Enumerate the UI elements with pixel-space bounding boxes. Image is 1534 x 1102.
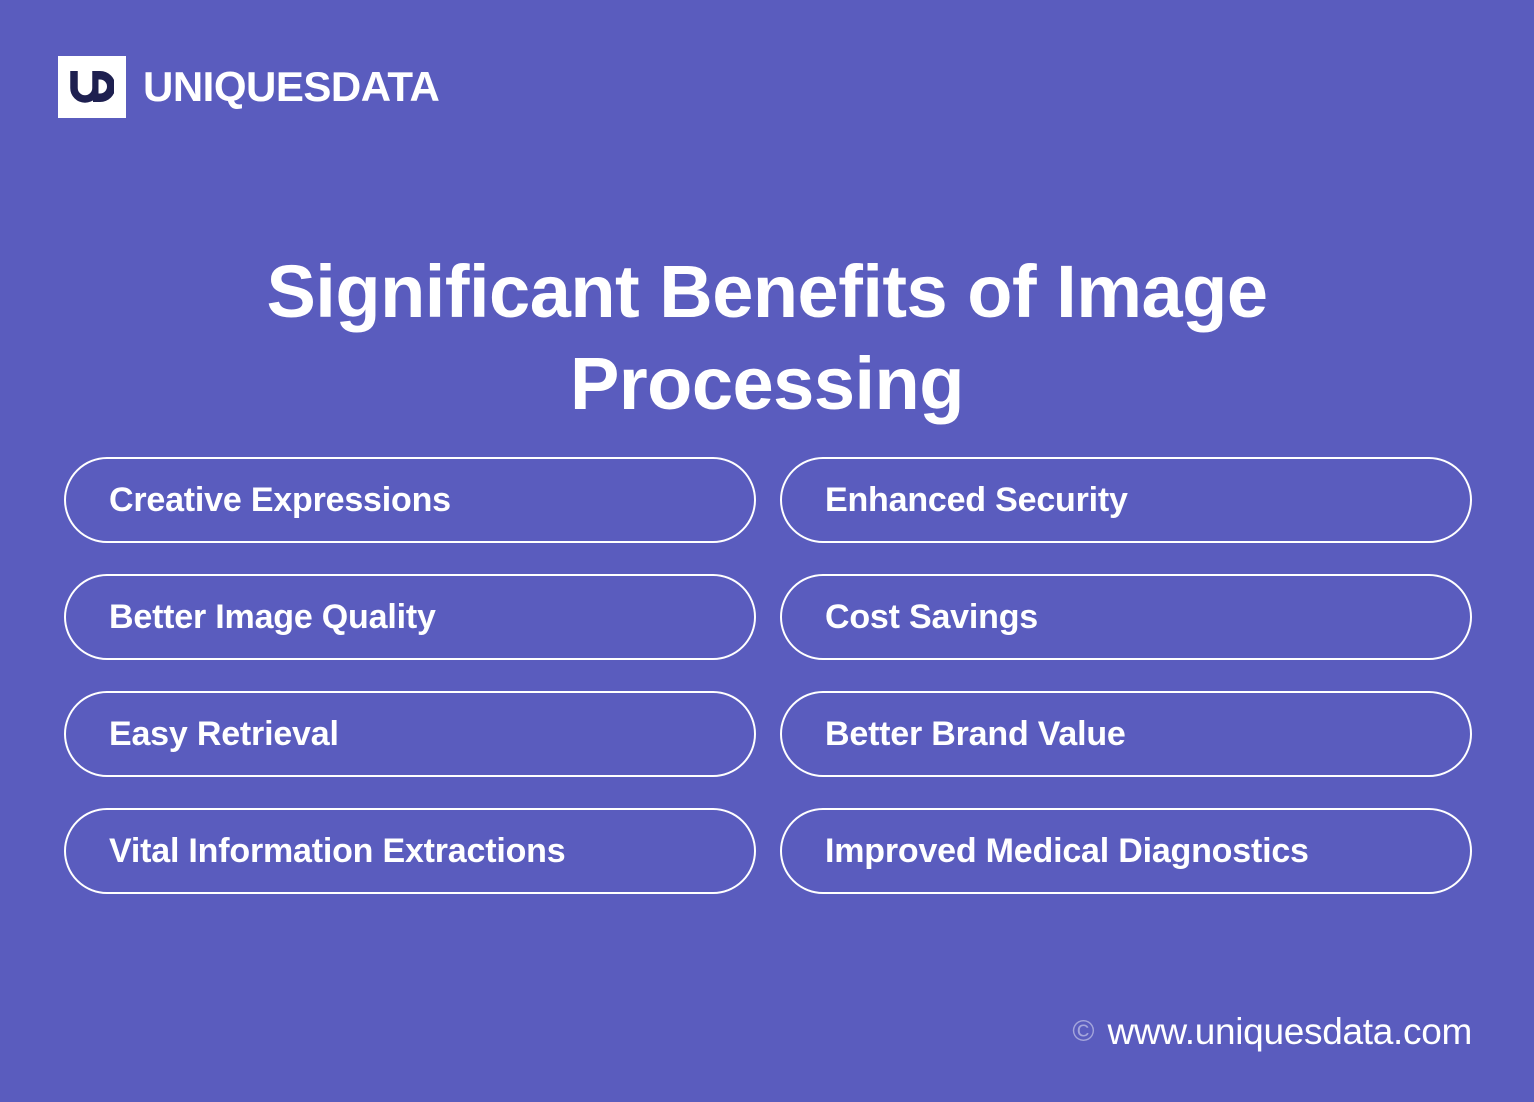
copyright-icon: © — [1072, 1014, 1095, 1048]
ud-monogram-icon — [58, 56, 126, 118]
benefit-label: Better Image Quality — [109, 598, 436, 636]
benefit-pill-enhanced-security: Enhanced Security — [780, 457, 1472, 543]
benefit-label: Cost Savings — [825, 598, 1038, 636]
benefit-pill-improved-medical-diagnostics: Improved Medical Diagnostics — [780, 808, 1472, 894]
benefit-pill-better-image-quality: Better Image Quality — [64, 574, 756, 660]
benefit-label: Easy Retrieval — [109, 715, 339, 753]
benefit-label: Enhanced Security — [825, 481, 1128, 519]
benefit-pill-cost-savings: Cost Savings — [780, 574, 1472, 660]
website-url: www.uniquesdata.com — [1107, 1011, 1473, 1052]
footer: © www.uniquesdata.com — [1072, 1013, 1472, 1050]
benefit-label: Vital Information Extractions — [109, 832, 566, 870]
benefit-pill-creative-expressions: Creative Expressions — [64, 457, 756, 543]
page-title: Significant Benefits of Image Processing — [266, 249, 1268, 425]
benefit-pill-easy-retrieval: Easy Retrieval — [64, 691, 756, 777]
benefit-pill-vital-information-extractions: Vital Information Extractions — [64, 808, 756, 894]
benefit-label: Creative Expressions — [109, 481, 451, 519]
benefits-list: Creative Expressions Enhanced Security B… — [64, 457, 1472, 894]
benefit-pill-better-brand-value: Better Brand Value — [780, 691, 1472, 777]
benefit-label: Better Brand Value — [825, 715, 1126, 753]
brand-name: UNIQUESDATA — [143, 63, 440, 110]
brand-header: UNIQUESDATA — [58, 56, 440, 118]
benefit-label: Improved Medical Diagnostics — [825, 832, 1309, 870]
